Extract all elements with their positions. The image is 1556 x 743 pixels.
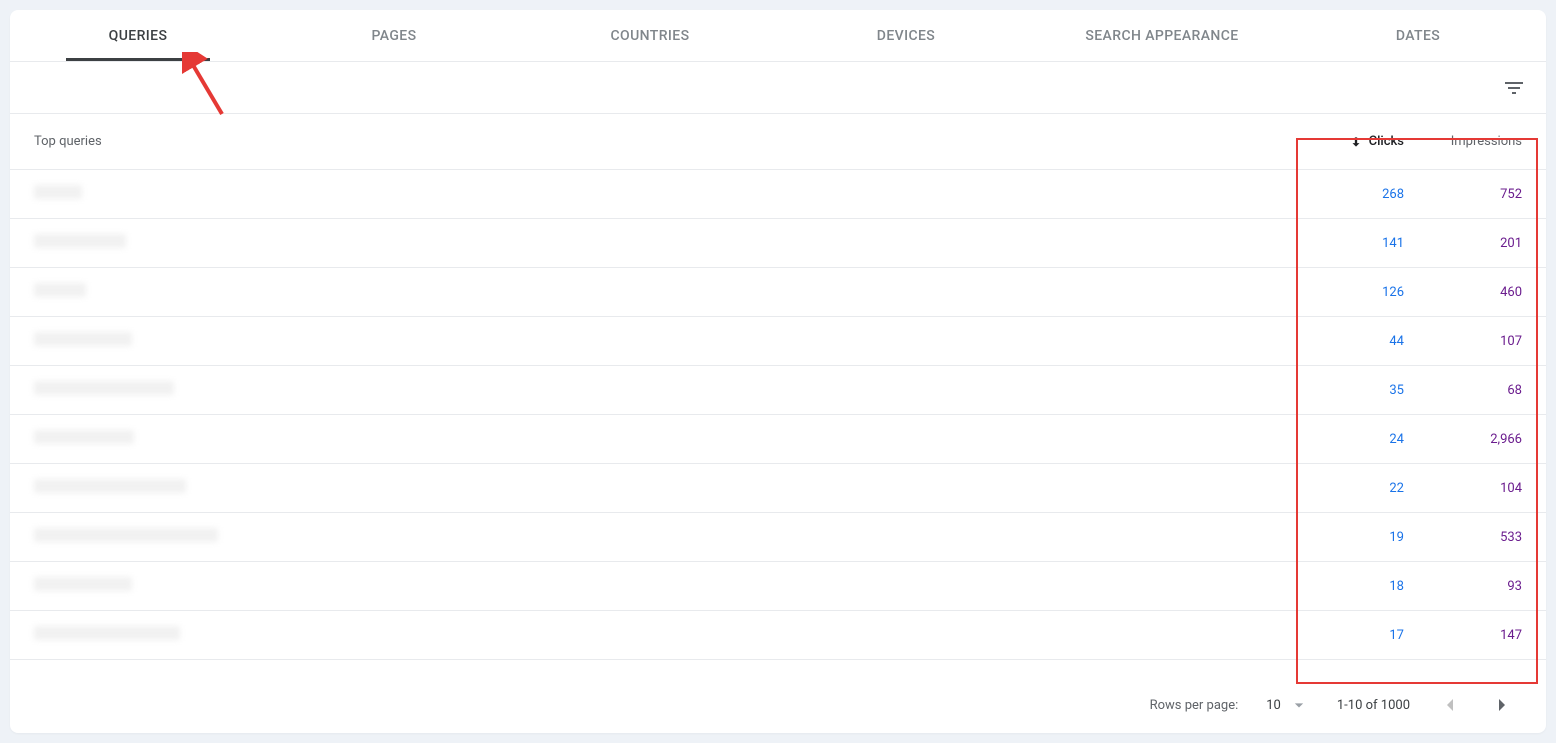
- impressions-cell: 533: [1428, 530, 1546, 545]
- clicks-cell: 18: [1310, 579, 1428, 594]
- table-body: 268752141201126460441073568242,966221041…: [10, 170, 1546, 677]
- query-cell: [10, 234, 1310, 252]
- tab-search-appearance[interactable]: SEARCH APPEARANCE: [1034, 10, 1290, 61]
- table-header-row: Top queries Clicks Impressions: [10, 114, 1546, 170]
- performance-panel: QUERIES PAGES COUNTRIES DEVICES SEARCH A…: [10, 10, 1546, 733]
- tab-pages[interactable]: PAGES: [266, 10, 522, 61]
- pagination-range: 1-10 of 1000: [1337, 698, 1410, 713]
- clicks-cell: 268: [1310, 187, 1428, 202]
- impressions-cell: 460: [1428, 285, 1546, 300]
- impressions-cell: 2,966: [1428, 432, 1546, 447]
- table-row[interactable]: 141201: [10, 219, 1546, 268]
- tab-bar: QUERIES PAGES COUNTRIES DEVICES SEARCH A…: [10, 10, 1546, 62]
- query-cell: [10, 381, 1310, 399]
- query-cell: [10, 185, 1310, 203]
- redacted-query: [34, 577, 132, 591]
- clicks-cell: 19: [1310, 530, 1428, 545]
- column-header-impressions[interactable]: Impressions: [1428, 134, 1546, 149]
- rows-per-page-label: Rows per page:: [1150, 698, 1239, 713]
- impressions-cell: 147: [1428, 628, 1546, 643]
- tab-label: COUNTRIES: [611, 28, 690, 44]
- next-page-button[interactable]: [1490, 693, 1514, 717]
- clicks-cell: 141: [1310, 236, 1428, 251]
- sort-descending-icon: [1349, 135, 1363, 149]
- column-header-clicks[interactable]: Clicks: [1310, 134, 1428, 149]
- table-row[interactable]: 126460: [10, 268, 1546, 317]
- redacted-query: [34, 381, 174, 395]
- table-row[interactable]: 17147: [10, 611, 1546, 660]
- table-row[interactable]: 268752: [10, 170, 1546, 219]
- tab-label: DEVICES: [877, 28, 935, 44]
- clicks-cell: 126: [1310, 285, 1428, 300]
- filter-row: [10, 62, 1546, 114]
- impressions-cell: 93: [1428, 579, 1546, 594]
- query-cell: [10, 577, 1310, 595]
- filter-icon[interactable]: [1502, 76, 1526, 100]
- table-row[interactable]: 22104: [10, 464, 1546, 513]
- clicks-cell: 35: [1310, 383, 1428, 398]
- impressions-cell: 68: [1428, 383, 1546, 398]
- tab-countries[interactable]: COUNTRIES: [522, 10, 778, 61]
- clicks-cell: 22: [1310, 481, 1428, 496]
- table-row[interactable]: 3568: [10, 366, 1546, 415]
- query-cell: [10, 332, 1310, 350]
- table-row[interactable]: 1893: [10, 562, 1546, 611]
- redacted-query: [34, 430, 134, 444]
- table-row[interactable]: 242,966: [10, 415, 1546, 464]
- pagination-bar: Rows per page: 10 1-10 of 1000: [10, 677, 1546, 733]
- impressions-cell: 104: [1428, 481, 1546, 496]
- previous-page-button[interactable]: [1438, 693, 1462, 717]
- clicks-cell: 44: [1310, 334, 1428, 349]
- rows-per-page-select[interactable]: 10: [1266, 695, 1309, 715]
- tab-devices[interactable]: DEVICES: [778, 10, 1034, 61]
- impressions-cell: 201: [1428, 236, 1546, 251]
- redacted-query: [34, 528, 218, 542]
- query-cell: [10, 479, 1310, 497]
- tab-queries[interactable]: QUERIES: [10, 10, 266, 61]
- table-row[interactable]: 44107: [10, 317, 1546, 366]
- dropdown-caret-icon: [1289, 695, 1309, 715]
- query-cell: [10, 528, 1310, 546]
- column-header-top-queries[interactable]: Top queries: [10, 134, 1310, 149]
- redacted-query: [34, 626, 180, 640]
- rows-per-page-value: 10: [1266, 698, 1281, 713]
- tab-label: PAGES: [372, 28, 417, 44]
- query-cell: [10, 283, 1310, 301]
- redacted-query: [34, 185, 82, 199]
- impressions-cell: 752: [1428, 187, 1546, 202]
- redacted-query: [34, 479, 186, 493]
- header-label: Impressions: [1451, 134, 1522, 149]
- table-row[interactable]: 19533: [10, 513, 1546, 562]
- clicks-cell: 17: [1310, 628, 1428, 643]
- redacted-query: [34, 234, 126, 248]
- tab-label: SEARCH APPEARANCE: [1085, 28, 1238, 44]
- query-cell: [10, 626, 1310, 644]
- clicks-cell: 24: [1310, 432, 1428, 447]
- tab-dates[interactable]: DATES: [1290, 10, 1546, 61]
- redacted-query: [34, 332, 132, 346]
- impressions-cell: 107: [1428, 334, 1546, 349]
- header-label: Clicks: [1369, 134, 1404, 149]
- query-cell: [10, 430, 1310, 448]
- redacted-query: [34, 283, 86, 297]
- tab-label: DATES: [1396, 28, 1440, 44]
- tab-label: QUERIES: [109, 28, 168, 44]
- header-label: Top queries: [34, 134, 102, 149]
